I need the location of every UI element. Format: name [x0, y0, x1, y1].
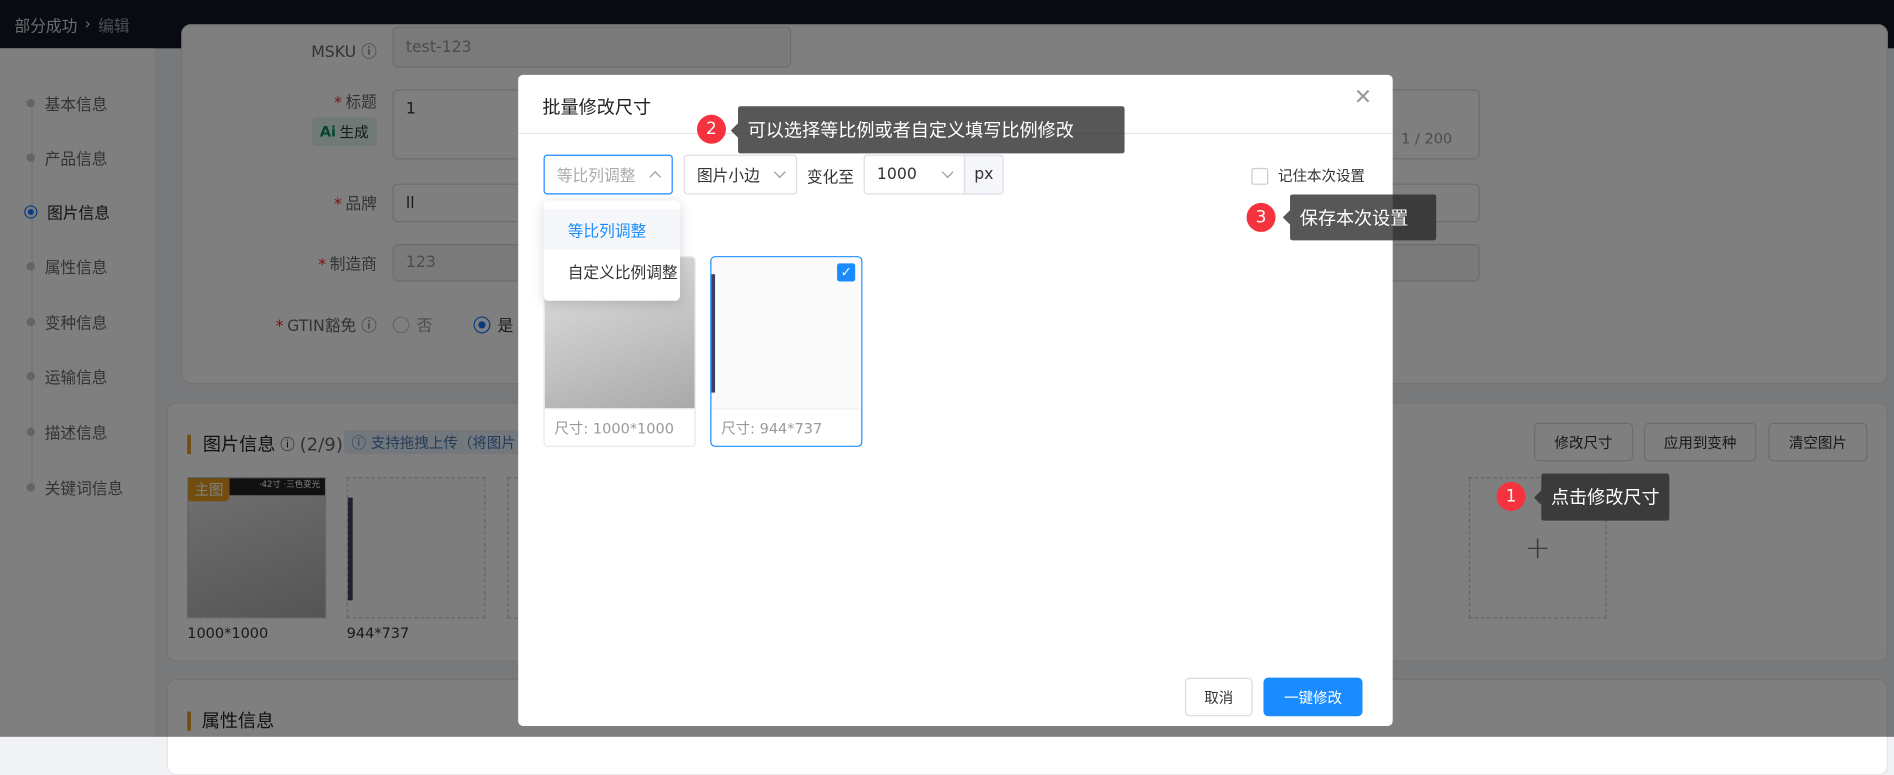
- close-icon[interactable]: ✕: [1354, 85, 1372, 110]
- size-select[interactable]: 1000: [863, 154, 966, 195]
- dropdown-option-proportional[interactable]: 等比列调整: [543, 208, 681, 251]
- remember-checkbox[interactable]: 记住本次设置: [1251, 165, 1365, 186]
- annotation-badge-2: 2: [696, 114, 726, 144]
- annotation-badge-3: 3: [1246, 202, 1276, 232]
- image-caption: 尺寸: 944*737: [711, 408, 862, 445]
- chevron-up-icon: [649, 170, 662, 183]
- size-select-value: 1000: [876, 165, 917, 184]
- annotation-tooltip-2: 可以选择等比例或者自定义填写比例修改: [730, 106, 1125, 154]
- side-select-value: 图片小边: [696, 167, 760, 187]
- unit-addon: px: [963, 154, 1004, 195]
- side-select[interactable]: 图片小边: [683, 154, 798, 195]
- annotation-tooltip-1: 点击修改尺寸: [1534, 473, 1670, 521]
- cancel-button[interactable]: 取消: [1184, 677, 1253, 717]
- image-caption: 尺寸: 1000*1000: [544, 408, 695, 445]
- annotation-tooltip-3: 保存本次设置: [1282, 194, 1437, 241]
- mode-dropdown: 等比列调整 自定义比例调整: [543, 200, 681, 301]
- chevron-down-icon: [773, 166, 786, 179]
- modal-image-card-selected[interactable]: 尺寸: 944*737 ✓: [710, 256, 863, 447]
- checkbox-icon: [1251, 167, 1269, 185]
- remember-label: 记住本次设置: [1277, 167, 1365, 185]
- checkbox-checked-icon[interactable]: ✓: [837, 263, 856, 282]
- annotation-badge-1: 1: [1496, 481, 1526, 511]
- mode-select-value: 等比列调整: [556, 167, 636, 187]
- resize-modal: 批量修改尺寸 ✕ 等比列调整 图片小边 变化至 1000 px 记住本次设置 尺…: [518, 74, 1393, 726]
- dropdown-option-custom[interactable]: 自定义比例调整: [544, 250, 680, 291]
- chevron-down-icon: [941, 166, 954, 179]
- change-to-label: 变化至: [806, 169, 855, 188]
- mode-select[interactable]: 等比列调整: [543, 154, 673, 195]
- modal-title: 批量修改尺寸: [542, 96, 652, 119]
- confirm-resize-button[interactable]: 一键修改: [1263, 677, 1363, 717]
